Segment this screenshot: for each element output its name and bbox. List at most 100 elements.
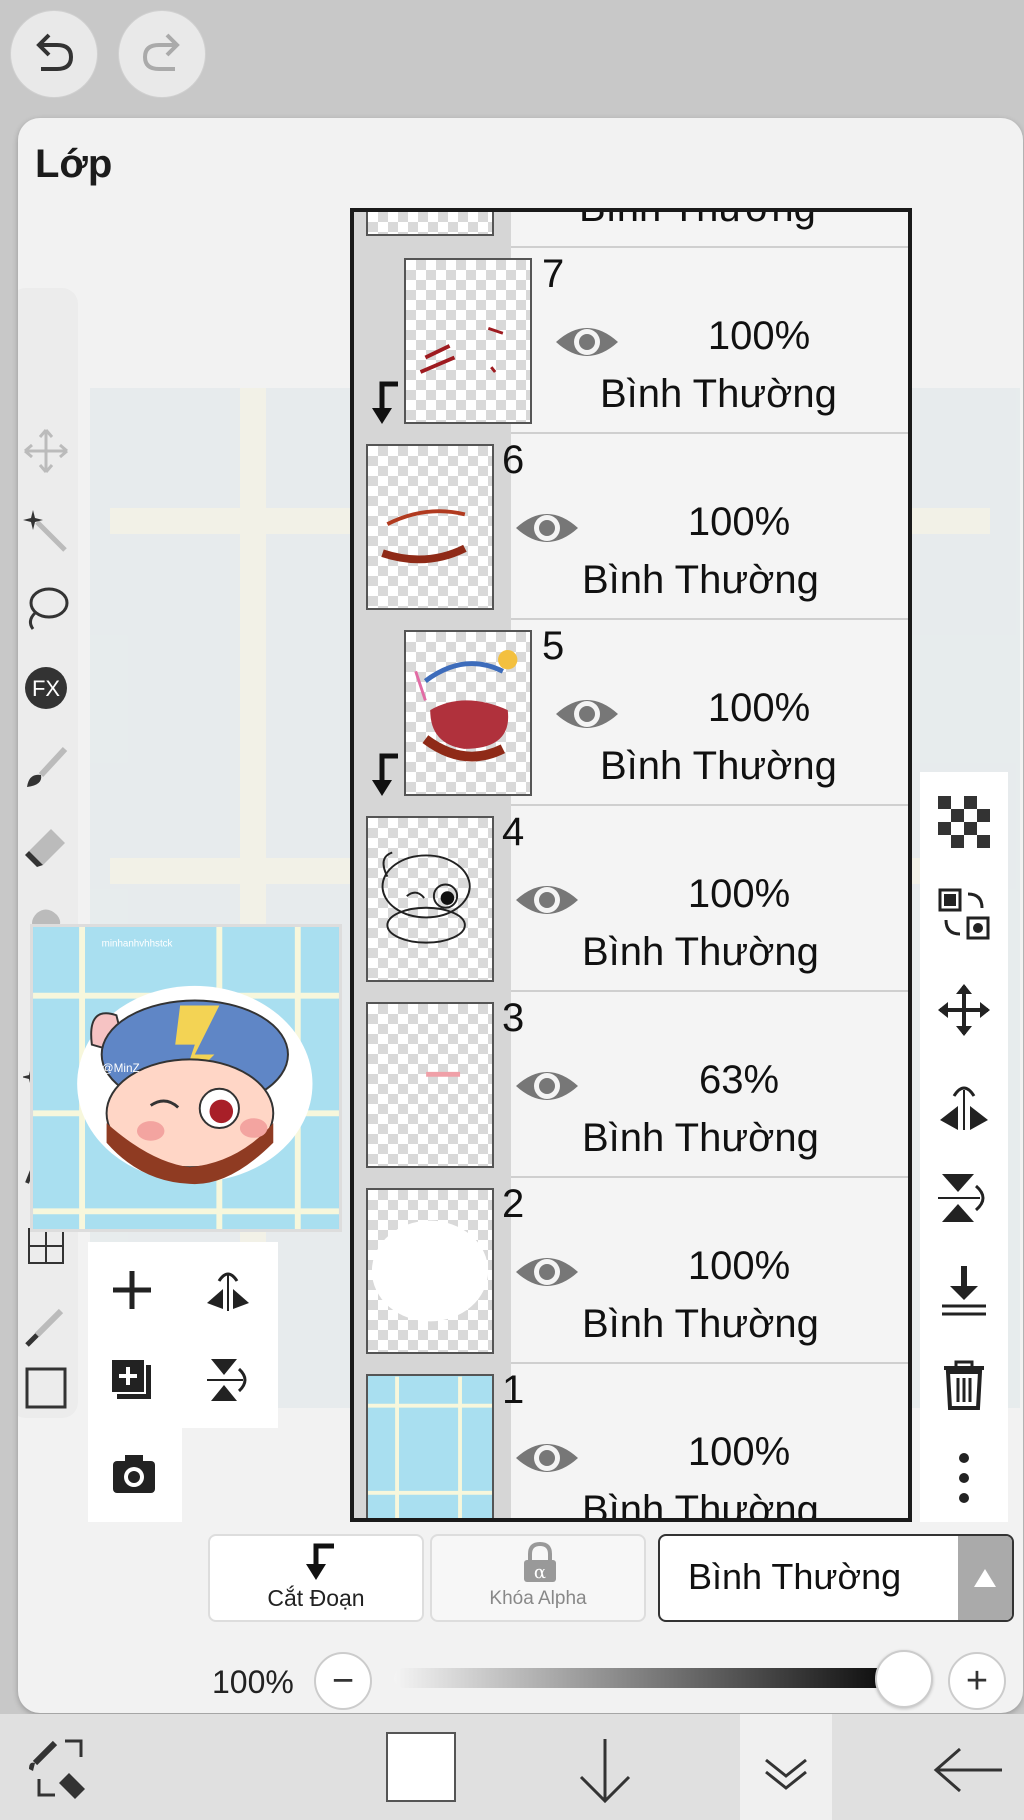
layer-number: 2 bbox=[502, 1182, 525, 1226]
redo-button[interactable] bbox=[118, 10, 206, 98]
layers-tab[interactable] bbox=[740, 1714, 832, 1820]
canvas-thumbnail[interactable]: minhanhvhhstck @MinZ bbox=[30, 924, 342, 1232]
opacity-decrease-button[interactable]: − bbox=[314, 1652, 372, 1710]
layer-opacity: 63% bbox=[698, 1058, 780, 1102]
layer-thumbnail bbox=[366, 1374, 494, 1518]
flip-vertical-layer-button[interactable] bbox=[198, 1350, 258, 1410]
clipping-label: Cắt Đoạn bbox=[267, 1585, 365, 1611]
layer-actions bbox=[88, 1242, 278, 1428]
layer-number: 5 bbox=[542, 624, 565, 668]
layer-blend-mode: Bình Thường bbox=[582, 1488, 819, 1522]
visibility-eye-icon[interactable] bbox=[514, 1064, 580, 1108]
flip-horizontal-icon bbox=[207, 1272, 249, 1311]
layer-blend-mode: Bình Thường bbox=[600, 744, 837, 788]
lock-icon: α bbox=[524, 1542, 556, 1583]
layer-row-4[interactable]: 4 100% Bình Thường bbox=[354, 806, 908, 992]
layer-blend-mode: Bình Thường bbox=[579, 208, 816, 230]
layer-blend-mode: Bình Thường bbox=[582, 558, 819, 602]
layer-row-7[interactable]: 7 100% Bình Thường bbox=[354, 248, 908, 434]
more-icon[interactable] bbox=[934, 1448, 994, 1508]
plus-icon bbox=[113, 1271, 151, 1309]
layer-opacity: 100% bbox=[707, 686, 811, 730]
layer-panel: Lớp FX minhanhvhhstck @MinZ Bình Thường … bbox=[18, 118, 1023, 1713]
layer-list[interactable]: Bình Thường 7 100% Bình Thường 6 100% Bì… bbox=[350, 208, 912, 1522]
add-layer-box-icon bbox=[110, 1358, 151, 1399]
visibility-eye-icon[interactable] bbox=[554, 692, 620, 736]
layer-thumbnail bbox=[366, 816, 494, 982]
layer-row-5[interactable]: 5 100% Bình Thường bbox=[354, 620, 908, 806]
brush-eraser-swap-icon bbox=[29, 1739, 85, 1799]
visibility-eye-icon[interactable] bbox=[514, 506, 580, 550]
visibility-eye-icon[interactable] bbox=[554, 320, 620, 364]
magic-wand-icon[interactable] bbox=[18, 503, 74, 559]
layer-opacity: 100% bbox=[687, 500, 791, 544]
eyedropper-icon[interactable] bbox=[18, 1298, 74, 1354]
down-arrow-button[interactable] bbox=[570, 1730, 640, 1810]
layer-blend-mode: Bình Thường bbox=[600, 372, 837, 416]
move-icon[interactable] bbox=[934, 980, 994, 1040]
visibility-eye-icon[interactable] bbox=[514, 1436, 580, 1480]
tool-strip: FX bbox=[18, 288, 78, 1418]
tool-switch-button[interactable] bbox=[22, 1730, 98, 1806]
brush-icon[interactable] bbox=[18, 740, 74, 796]
undo-icon bbox=[36, 33, 74, 71]
move-tool-icon[interactable] bbox=[18, 423, 74, 479]
svg-text:@MinZ: @MinZ bbox=[102, 1062, 140, 1075]
layer-blend-mode: Bình Thường bbox=[582, 930, 819, 974]
lasso-icon[interactable] bbox=[18, 580, 74, 636]
svg-text:minhanhvhhstck: minhanhvhhstck bbox=[102, 939, 173, 950]
clipping-button[interactable]: Cắt Đoạn bbox=[208, 1534, 424, 1622]
layer-number: 6 bbox=[502, 438, 525, 482]
flip-layer-button[interactable] bbox=[198, 1260, 258, 1320]
layer-thumbnail bbox=[366, 212, 494, 236]
checker-icon[interactable] bbox=[934, 792, 994, 852]
transform-layer-icon[interactable] bbox=[934, 884, 994, 944]
layer-opacity: 100% bbox=[687, 1430, 791, 1474]
add-special-layer-button[interactable] bbox=[102, 1350, 162, 1410]
clip-arrow-icon bbox=[372, 753, 398, 796]
layer-toolbar bbox=[920, 772, 1008, 1522]
arrow-left-icon bbox=[933, 1747, 1002, 1793]
layer-opacity: 100% bbox=[687, 872, 791, 916]
layer-row-1[interactable]: 1 100% Bình Thường bbox=[354, 1364, 908, 1522]
opacity-slider[interactable] bbox=[394, 1668, 914, 1688]
fx-icon[interactable]: FX bbox=[18, 660, 74, 716]
opacity-increase-button[interactable]: + bbox=[948, 1652, 1006, 1710]
eraser-icon[interactable] bbox=[18, 818, 74, 874]
color-swatch[interactable] bbox=[386, 1732, 456, 1802]
camera-icon bbox=[113, 1455, 155, 1493]
undo-button[interactable] bbox=[10, 10, 98, 98]
opacity-slider-handle[interactable] bbox=[875, 1650, 933, 1708]
layer-blend-mode: Bình Thường bbox=[582, 1302, 819, 1346]
flip-horizontal-icon[interactable] bbox=[934, 1074, 994, 1134]
visibility-eye-icon[interactable] bbox=[514, 878, 580, 922]
layer-row-2[interactable]: 2 100% Bình Thường bbox=[354, 1178, 908, 1364]
layer-thumbnail bbox=[366, 444, 494, 610]
layer-number: 3 bbox=[502, 996, 525, 1040]
bottom-toolbar bbox=[0, 1714, 1024, 1820]
camera-button[interactable] bbox=[104, 1444, 164, 1504]
add-layer-button[interactable] bbox=[102, 1260, 162, 1320]
svg-text:α: α bbox=[534, 1562, 546, 1583]
layer-number: 1 bbox=[502, 1368, 525, 1412]
layer-thumbnail bbox=[366, 1002, 494, 1168]
layer-number: 4 bbox=[502, 810, 525, 854]
back-button[interactable] bbox=[930, 1738, 1008, 1802]
clip-arrow-icon bbox=[372, 381, 398, 424]
trash-icon[interactable] bbox=[934, 1354, 994, 1414]
dropdown-arrow-icon[interactable] bbox=[958, 1536, 1012, 1620]
layer-opacity: 100% bbox=[687, 1244, 791, 1288]
layer-row[interactable]: Bình Thường bbox=[354, 208, 908, 248]
flip-vertical-icon[interactable] bbox=[934, 1168, 994, 1228]
layer-row-6[interactable]: 6 100% Bình Thường bbox=[354, 434, 908, 620]
layer-number: 7 bbox=[542, 252, 565, 296]
merge-down-icon[interactable] bbox=[934, 1260, 994, 1320]
alpha-lock-button[interactable]: α Khóa Alpha bbox=[430, 1534, 646, 1622]
layer-row-3[interactable]: 3 63% Bình Thường bbox=[354, 992, 908, 1178]
flip-vertical-icon bbox=[207, 1359, 247, 1401]
blend-mode-select[interactable]: Bình Thường bbox=[658, 1534, 1014, 1622]
canvas-icon[interactable] bbox=[18, 1360, 74, 1416]
visibility-eye-icon[interactable] bbox=[514, 1250, 580, 1294]
layer-blend-mode: Bình Thường bbox=[582, 1116, 819, 1160]
camera-action bbox=[88, 1428, 182, 1522]
